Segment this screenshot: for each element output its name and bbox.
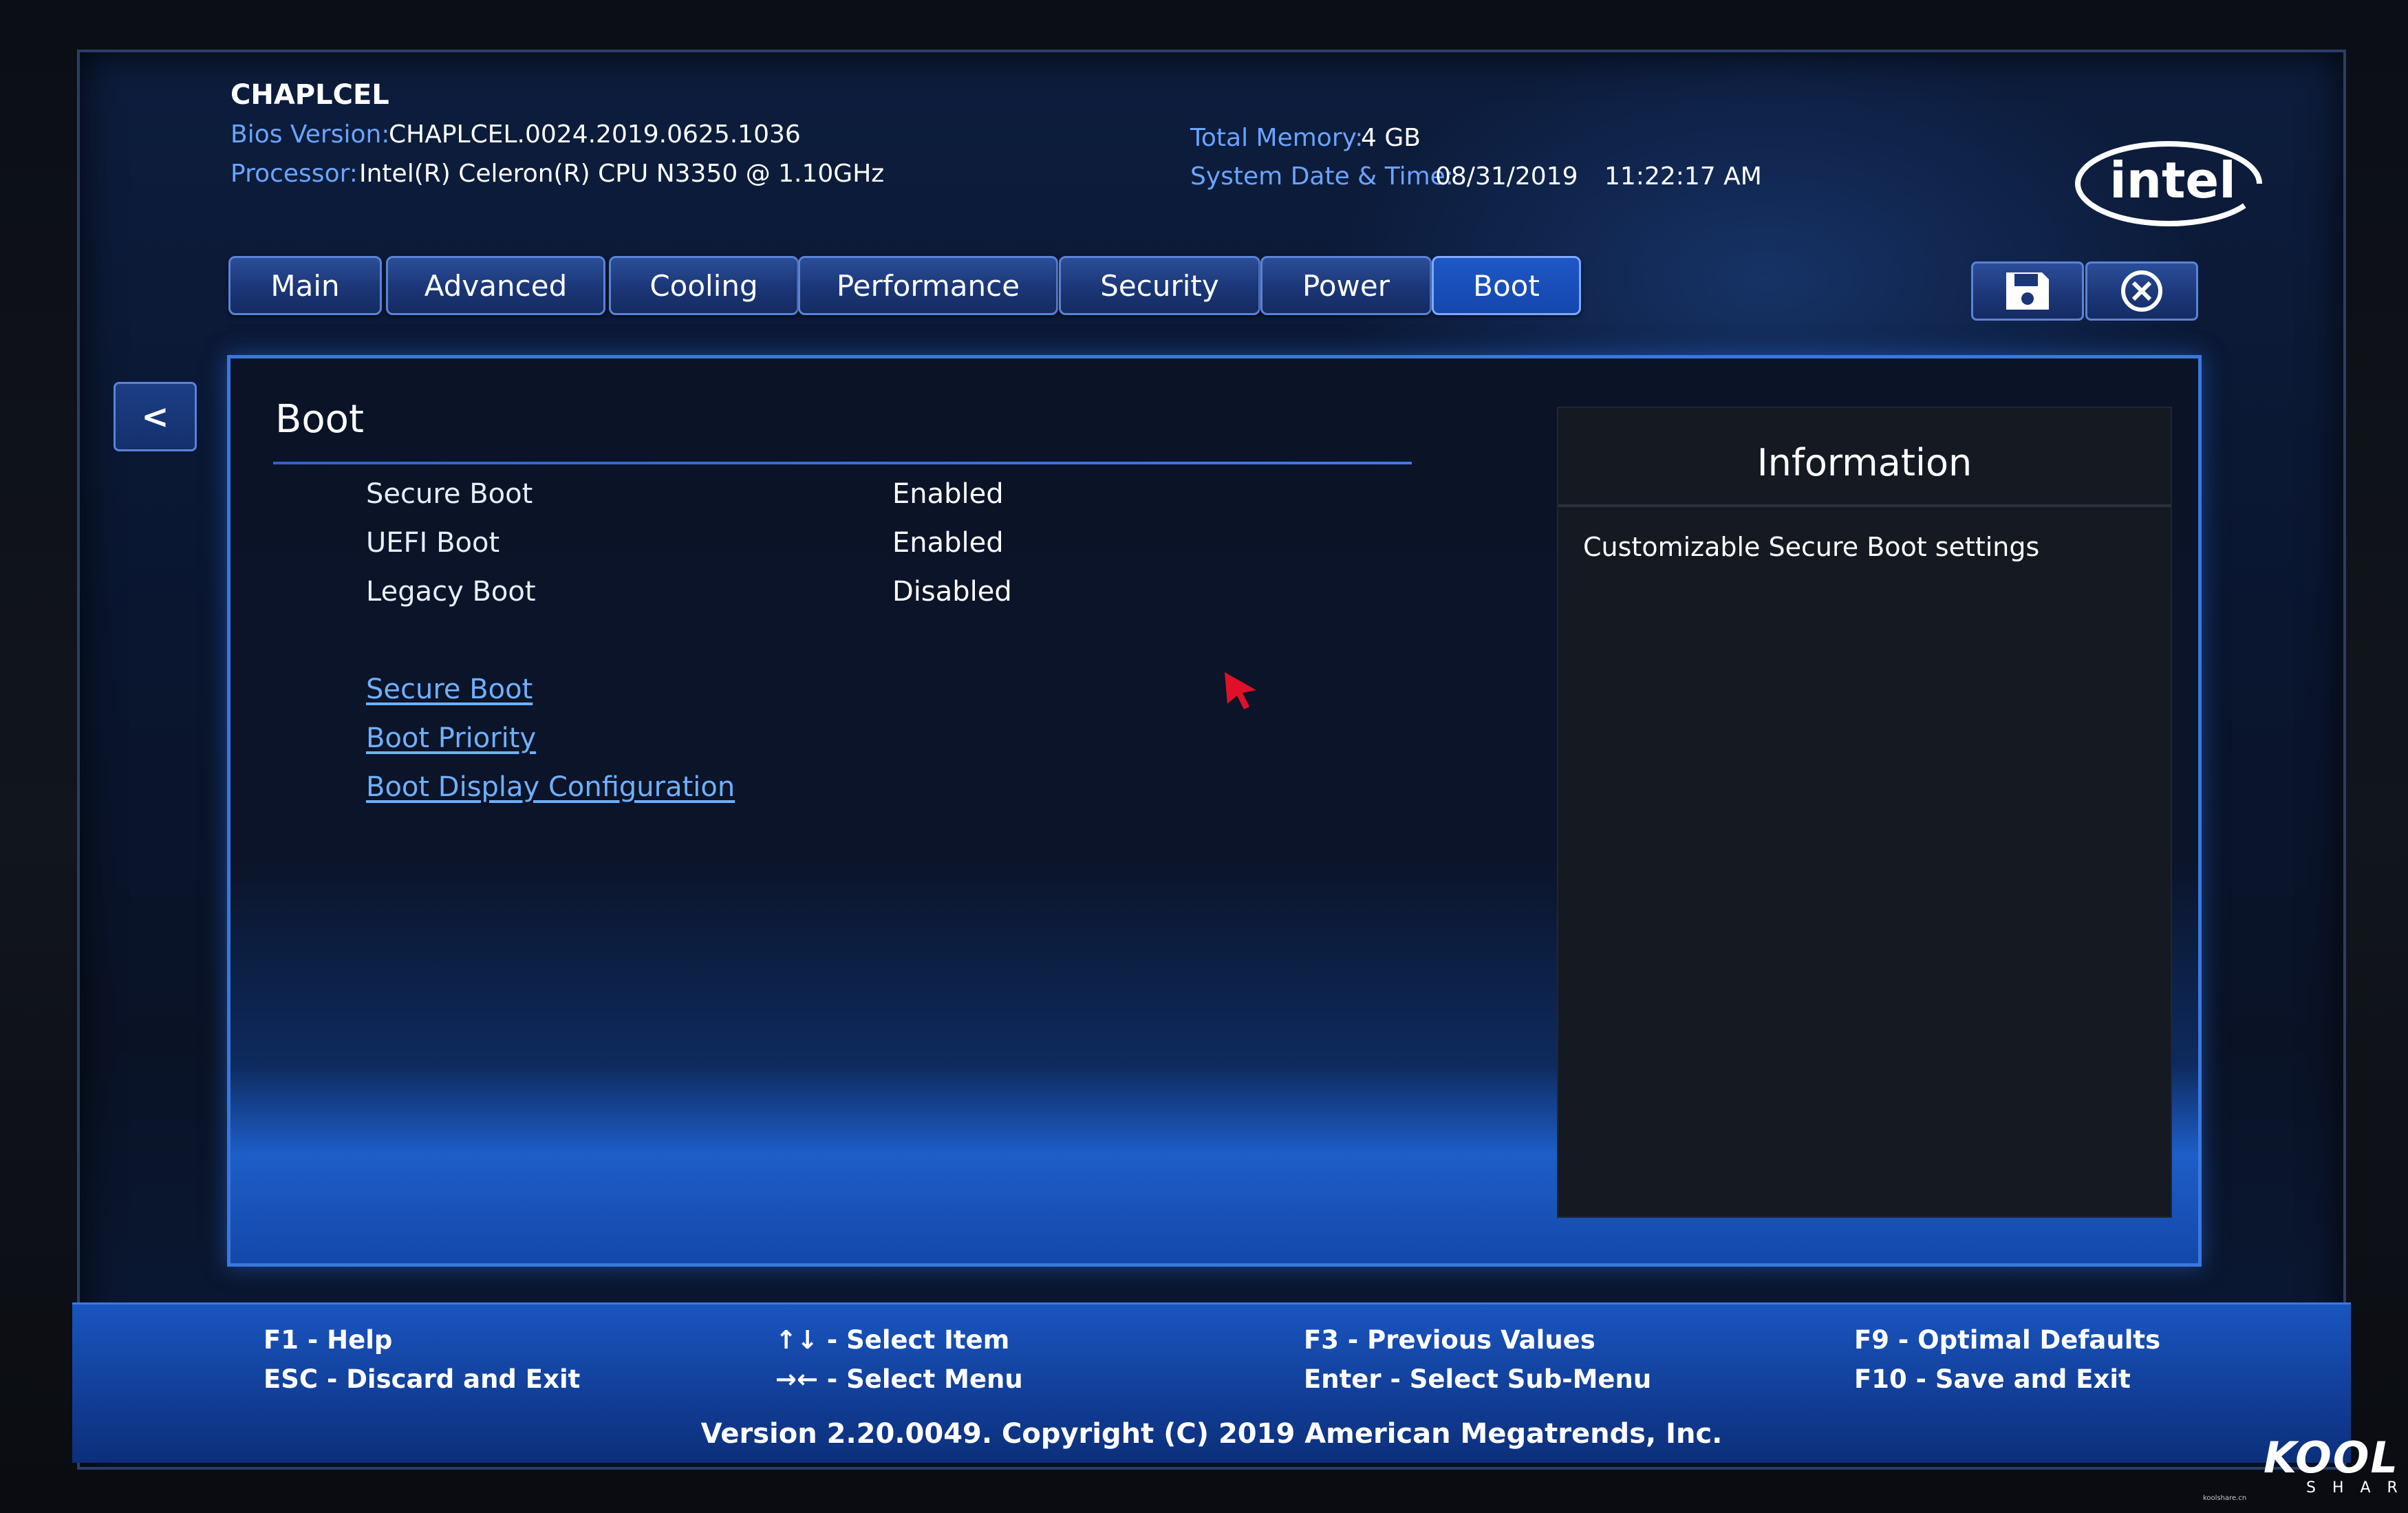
save-button[interactable] xyxy=(1971,261,2084,321)
information-divider xyxy=(1558,504,2171,507)
system-datetime-label: System Date & Time: xyxy=(1190,162,1454,191)
system-name: CHAPLCEL xyxy=(230,79,389,111)
watermark-logo: KOOL SHARE koolshare.cn xyxy=(2264,1432,2401,1508)
tab-power[interactable]: Power xyxy=(1260,256,1432,315)
boot-panel: Boot Secure Boot Enabled UEFI Boot Enabl… xyxy=(227,355,2202,1267)
key-help-select-item: ↑↓ - Select Item xyxy=(775,1325,1009,1355)
option-label-uefi-boot: UEFI Boot xyxy=(366,527,499,559)
toolbar-buttons xyxy=(1971,261,2195,318)
watermark-main-text: KOOL xyxy=(2264,1432,2399,1483)
option-value-legacy-boot: Disabled xyxy=(892,576,1012,608)
title-divider xyxy=(273,462,1412,464)
option-label-secure-boot: Secure Boot xyxy=(366,478,533,510)
intel-logo-text: intel xyxy=(2109,151,2236,209)
tab-security[interactable]: Security xyxy=(1059,256,1260,315)
key-help-footer: F1 - Help ESC - Discard and Exit ↑↓ - Se… xyxy=(72,1302,2351,1463)
watermark-sub-text: SHARE xyxy=(2306,1479,2408,1496)
tab-advanced[interactable]: Advanced xyxy=(386,256,605,315)
option-value-uefi-boot: Enabled xyxy=(892,527,1004,559)
system-date-value: 08/31/2019 xyxy=(1435,162,1578,191)
key-help-f10: F10 - Save and Exit xyxy=(1854,1364,2131,1394)
page-title: Boot xyxy=(275,397,364,442)
exit-button[interactable] xyxy=(2085,261,2198,321)
bios-version-value: CHAPLCEL.0024.2019.0625.1036 xyxy=(389,120,801,149)
processor-value: Intel(R) Celeron(R) CPU N3350 @ 1.10GHz xyxy=(359,160,884,188)
floppy-disk-icon xyxy=(2003,270,2052,312)
submenu-link-boot-priority[interactable]: Boot Priority xyxy=(366,722,536,754)
intel-logo: intel xyxy=(2071,134,2267,230)
option-label-legacy-boot: Legacy Boot xyxy=(366,576,536,608)
submenu-link-secure-boot[interactable]: Secure Boot xyxy=(366,674,533,705)
total-memory-label: Total Memory: xyxy=(1190,124,1363,152)
key-help-f1: F1 - Help xyxy=(264,1325,392,1355)
watermark-url: koolshare.cn xyxy=(2203,1494,2246,1502)
tab-performance[interactable]: Performance xyxy=(798,256,1058,315)
bios-version-label: Bios Version: xyxy=(230,120,389,149)
tab-boot[interactable]: Boot xyxy=(1432,256,1581,315)
information-text: Customizable Secure Boot settings xyxy=(1583,532,2039,562)
option-value-secure-boot: Enabled xyxy=(892,478,1004,510)
version-copyright: Version 2.20.0049. Copyright (C) 2019 Am… xyxy=(72,1418,2351,1450)
key-help-select-menu: →← - Select Menu xyxy=(775,1364,1023,1394)
key-help-esc: ESC - Discard and Exit xyxy=(264,1364,580,1394)
system-time-value: 11:22:17 AM xyxy=(1604,162,1762,191)
key-help-f3: F3 - Previous Values xyxy=(1304,1325,1595,1355)
mouse-pointer-icon xyxy=(1219,668,1263,712)
submenu-link-boot-display-configuration[interactable]: Boot Display Configuration xyxy=(366,771,735,803)
information-title: Information xyxy=(1558,441,2171,484)
tab-cooling[interactable]: Cooling xyxy=(609,256,799,315)
key-help-enter: Enter - Select Sub-Menu xyxy=(1304,1364,1651,1394)
back-button[interactable]: < xyxy=(114,382,197,451)
circle-x-icon xyxy=(2118,267,2166,315)
processor-label: Processor: xyxy=(230,160,358,188)
key-help-f9: F9 - Optimal Defaults xyxy=(1854,1325,2160,1355)
information-panel: Information Customizable Secure Boot set… xyxy=(1557,407,2172,1218)
tab-main[interactable]: Main xyxy=(228,256,382,315)
total-memory-value: 4 GB xyxy=(1361,124,1421,152)
